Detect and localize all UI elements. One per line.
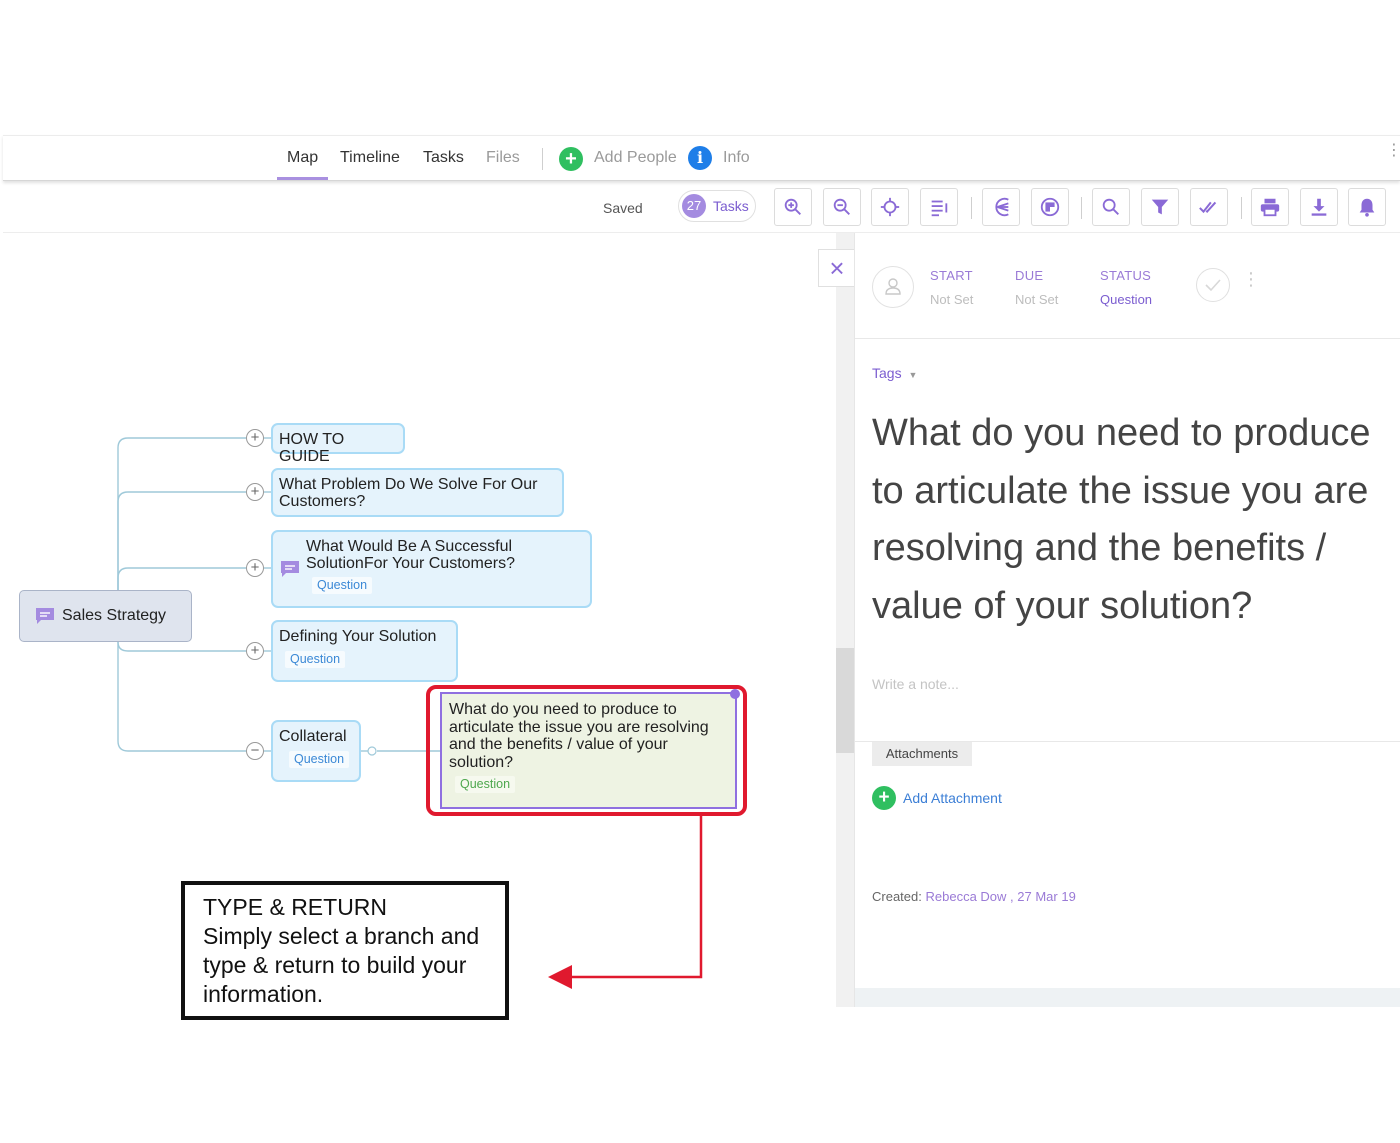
double-check-icon xyxy=(1199,201,1217,214)
more-options-icon[interactable]: ⋮ xyxy=(1386,143,1400,166)
toolbar-divider xyxy=(1241,197,1242,219)
toolbar-divider xyxy=(1081,197,1082,219)
layout-left-button[interactable] xyxy=(982,188,1020,226)
selected-node-label: What do you need to produce to articulat… xyxy=(449,701,709,771)
expand-toggle[interactable]: + xyxy=(246,559,264,577)
start-value[interactable]: Not Set xyxy=(930,292,973,307)
attachments-tab[interactable]: Attachments xyxy=(872,742,972,766)
node-title[interactable]: What do you need to produce to articulat… xyxy=(872,405,1382,635)
tags-dropdown[interactable]: Tags ▼ xyxy=(872,365,917,381)
download-button[interactable] xyxy=(1300,188,1338,226)
caret-down-icon: ▼ xyxy=(908,370,918,380)
branch-node-label: What Problem Do We Solve For Our Custome… xyxy=(279,476,538,510)
tip-callout: TYPE & RETURN Simply select a branch and… xyxy=(181,881,509,1020)
branch-node-defining-solution[interactable]: Defining Your Solution Question xyxy=(271,620,458,682)
branch-node-label: Collateral xyxy=(279,728,347,745)
notifications-button[interactable] xyxy=(1348,188,1386,226)
scrollbar-thumb[interactable] xyxy=(836,648,854,753)
panel-divider xyxy=(855,338,1400,339)
details-panel: START Not Set DUE Not Set STATUS Questio… xyxy=(854,233,1400,1007)
root-node[interactable]: Sales Strategy xyxy=(19,590,192,642)
complete-toggle[interactable] xyxy=(1196,268,1230,302)
comment-icon xyxy=(36,608,54,624)
created-info: Created: Rebecca Dow , 27 Mar 19 xyxy=(872,889,1076,904)
status-label: STATUS xyxy=(1100,268,1152,283)
filter-icon xyxy=(1151,199,1169,215)
annotation-arrow xyxy=(548,815,703,989)
selected-node[interactable]: What do you need to produce to articulat… xyxy=(440,689,740,809)
close-panel-button[interactable]: × xyxy=(818,249,856,287)
branch-layout-icon xyxy=(995,197,1009,217)
start-label: START xyxy=(930,268,973,283)
due-label: DUE xyxy=(1015,268,1044,283)
close-icon: × xyxy=(829,253,845,283)
question-badge: Question xyxy=(289,751,350,768)
outline-view-button[interactable] xyxy=(920,188,958,226)
status-value[interactable]: Question xyxy=(1100,292,1152,307)
branch-node-what-problem[interactable]: What Problem Do We Solve For Our Custome… xyxy=(271,468,564,517)
branch-node-collateral[interactable]: Collateral Question xyxy=(271,720,361,782)
bell-icon xyxy=(1359,198,1375,217)
note-input[interactable]: Write a note... xyxy=(872,676,959,692)
print-button[interactable] xyxy=(1251,188,1289,226)
list-icon xyxy=(931,200,948,217)
user-icon xyxy=(885,278,901,295)
check-icon xyxy=(1205,279,1221,292)
more-icon[interactable]: ⋮ xyxy=(1242,270,1260,288)
crosshair-icon xyxy=(880,197,900,217)
created-by-link[interactable]: Rebecca Dow , 27 Mar 19 xyxy=(926,889,1076,904)
toolbar-divider xyxy=(971,197,972,219)
panel-splitter[interactable] xyxy=(836,233,854,1007)
layout-right-button[interactable] xyxy=(1031,188,1069,226)
branch-node-label: HOW TO GUIDE xyxy=(279,431,345,465)
panel-footer xyxy=(855,988,1400,1007)
center-map-button[interactable] xyxy=(871,188,909,226)
callout-body: Simply select a branch and type & return… xyxy=(203,923,480,1007)
add-attachment-link[interactable]: Add Attachment xyxy=(903,790,1002,806)
expand-toggle[interactable]: + xyxy=(246,642,264,660)
mark-complete-button[interactable] xyxy=(1190,188,1228,226)
callout-title: TYPE & RETURN xyxy=(203,894,388,920)
branch-node-successful-solution[interactable]: What Would Be A Successful SolutionFor Y… xyxy=(271,530,592,608)
branch-node-label: Defining Your Solution xyxy=(279,628,437,645)
question-badge: Question xyxy=(312,577,373,594)
radial-layout-icon xyxy=(1040,197,1060,217)
due-value[interactable]: Not Set xyxy=(1015,292,1058,307)
filter-button[interactable] xyxy=(1141,188,1179,226)
search-icon xyxy=(1102,198,1119,215)
branch-node-how-to-guide[interactable]: HOW TO GUIDE xyxy=(271,423,405,465)
branch-node-label: What Would Be A Successful SolutionFor Y… xyxy=(306,538,515,572)
resize-handle[interactable] xyxy=(730,689,740,699)
tags-label: Tags xyxy=(872,365,902,381)
question-badge: Question xyxy=(455,776,516,793)
search-button[interactable] xyxy=(1092,188,1130,226)
download-icon xyxy=(1311,198,1327,216)
expand-toggle[interactable]: + xyxy=(246,429,264,447)
root-node-label: Sales Strategy xyxy=(62,607,167,624)
created-prefix: Created: xyxy=(872,889,922,904)
collapse-toggle[interactable]: − xyxy=(246,742,264,760)
print-icon xyxy=(1260,198,1280,217)
expand-toggle[interactable]: + xyxy=(246,483,264,501)
question-badge: Question xyxy=(285,651,346,668)
add-attachment-icon[interactable]: + xyxy=(872,786,896,810)
assignee-avatar[interactable] xyxy=(872,266,914,308)
comment-icon xyxy=(281,561,299,577)
